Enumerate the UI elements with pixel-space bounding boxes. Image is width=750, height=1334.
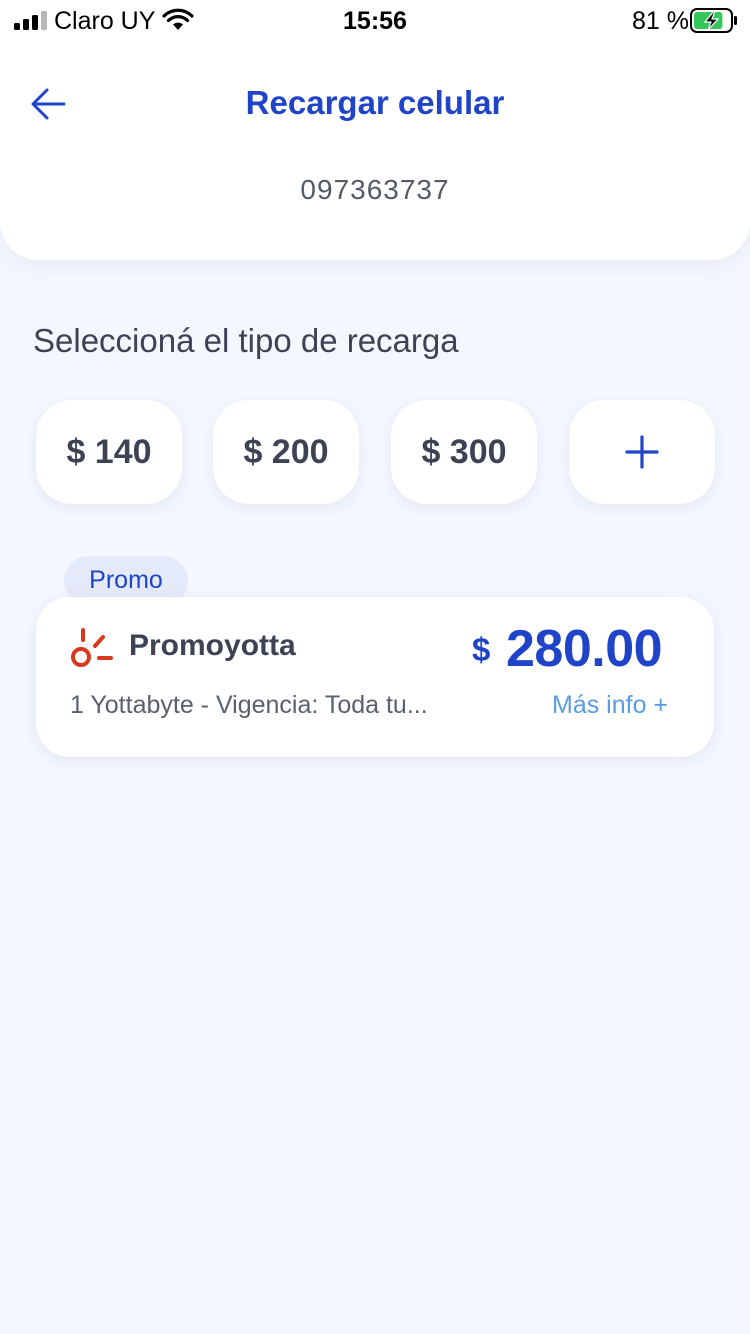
header-card: Claro UY 15:56 81 % Recargar celular 097…: [0, 0, 750, 260]
promo-logo-icon: [71, 628, 113, 667]
battery-charging-icon: [690, 8, 737, 33]
promo-name: Promoyotta: [129, 629, 296, 662]
phone-number: 097363737: [300, 174, 450, 205]
promo-description: 1 Yottabyte - Vigencia: Toda tu...: [70, 691, 428, 719]
section-title: Seleccioná el tipo de recarga: [33, 322, 459, 359]
amount-option-200[interactable]: $ 200: [213, 400, 359, 504]
more-info-link[interactable]: Más info +: [552, 691, 668, 720]
back-button[interactable]: [22, 80, 74, 128]
amount-option-140[interactable]: $ 140: [36, 400, 182, 504]
screen: Claro UY 15:56 81 % Recargar celular 097…: [0, 0, 750, 1334]
page-title: Recargar celular: [245, 84, 505, 121]
promo-price: 280.00: [506, 620, 663, 678]
status-bar: Claro UY 15:56 81 %: [0, 0, 750, 42]
plus-icon: +: [625, 435, 659, 469]
amount-option-300[interactable]: $ 300: [391, 400, 537, 504]
back-arrow-icon: [31, 88, 66, 120]
battery-percentage: 81 %: [632, 7, 689, 35]
price-currency: $: [472, 631, 491, 668]
promo-card[interactable]: Promoyotta $ 280.00 1 Yottabyte - Vigenc…: [36, 597, 714, 757]
custom-amount-button[interactable]: +: [569, 400, 715, 504]
